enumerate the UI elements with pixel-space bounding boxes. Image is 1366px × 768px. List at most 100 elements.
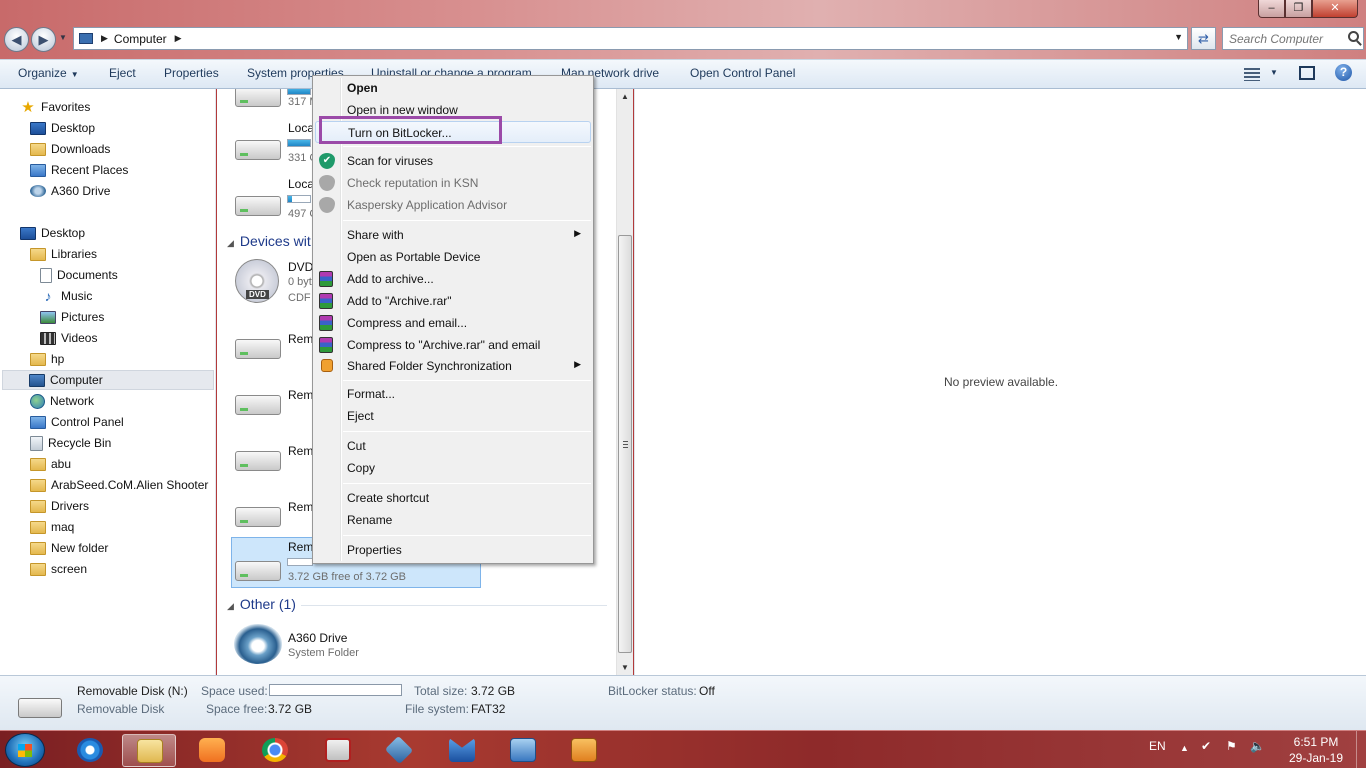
- show-hidden-icons-icon[interactable]: ▲: [1180, 743, 1189, 753]
- group-other-header[interactable]: ◢ Other (1): [227, 596, 296, 612]
- drive-name[interactable]: A360 Drive: [288, 631, 347, 645]
- menu-add-to-archive[interactable]: Add to archive...: [315, 268, 591, 290]
- maximize-button[interactable]: ❐: [1285, 0, 1312, 18]
- removable-disk-icon[interactable]: [235, 339, 281, 359]
- nav-recent-places[interactable]: Recent Places: [30, 160, 128, 180]
- nav-folder-maq[interactable]: maq: [30, 517, 74, 537]
- address-dropdown-icon[interactable]: ▼: [1174, 32, 1183, 42]
- scroll-up-icon[interactable]: ▲: [621, 92, 629, 101]
- action-center-flag-icon[interactable]: ⚑: [1226, 739, 1237, 753]
- show-desktop-button[interactable]: [1356, 731, 1366, 768]
- group-devices-header[interactable]: ◢ Devices wit: [227, 233, 311, 249]
- nav-libraries[interactable]: Libraries: [30, 244, 97, 264]
- drive-name[interactable]: Rem: [288, 444, 313, 458]
- language-indicator[interactable]: EN: [1149, 739, 1166, 753]
- dvd-drive-icon[interactable]: DVD: [235, 259, 279, 303]
- removable-disk-icon[interactable]: [235, 507, 281, 527]
- scroll-down-icon[interactable]: ▼: [621, 663, 629, 672]
- open-control-panel-button[interactable]: Open Control Panel: [690, 66, 795, 80]
- menu-copy[interactable]: Copy: [315, 457, 591, 479]
- taskbar-autocad[interactable]: [311, 734, 365, 767]
- menu-share-with[interactable]: Share with ▶: [315, 224, 591, 246]
- menu-properties[interactable]: Properties: [315, 539, 591, 561]
- nav-a360-drive[interactable]: A360 Drive: [30, 181, 110, 201]
- search-box[interactable]: [1222, 27, 1364, 50]
- hard-drive-icon[interactable]: [235, 140, 281, 160]
- drive-name[interactable]: Rem: [288, 332, 313, 346]
- menu-compress-to-rar-email[interactable]: Compress to "Archive.rar" and email: [315, 334, 591, 356]
- scroll-thumb[interactable]: [618, 235, 632, 653]
- taskbar-internet-explorer[interactable]: [63, 734, 117, 767]
- nav-favorites[interactable]: ★ Favorites: [20, 97, 90, 117]
- taskbar-chrome[interactable]: [248, 734, 302, 767]
- nav-documents[interactable]: Documents: [40, 265, 118, 285]
- menu-create-shortcut[interactable]: Create shortcut: [315, 487, 591, 509]
- search-icon[interactable]: [1348, 31, 1359, 42]
- start-button[interactable]: [5, 733, 45, 767]
- taskbar-explorer[interactable]: [122, 734, 176, 767]
- menu-compress-and-email[interactable]: Compress and email...: [315, 312, 591, 334]
- address-bar[interactable]: ▶ Computer ▶ ▼: [73, 27, 1188, 50]
- vertical-scrollbar[interactable]: ▲ ▼: [616, 89, 633, 675]
- breadcrumb-chevron-icon[interactable]: ▶: [175, 33, 182, 44]
- preview-pane-icon[interactable]: [1299, 66, 1315, 80]
- nav-music[interactable]: ♪ Music: [40, 286, 93, 306]
- removable-disk-icon[interactable]: [235, 451, 281, 471]
- nav-desktop[interactable]: Desktop: [20, 223, 85, 243]
- drive-name[interactable]: Loca: [288, 121, 314, 135]
- nav-folder-abu[interactable]: abu: [30, 454, 71, 474]
- change-view-icon[interactable]: [1244, 68, 1260, 81]
- recent-pages-dropdown[interactable]: ▼: [59, 33, 67, 42]
- menu-shared-folder-sync[interactable]: Shared Folder Synchronization ▶: [315, 355, 591, 377]
- nav-folder-drivers[interactable]: Drivers: [30, 496, 89, 516]
- taskbar-app-m[interactable]: [435, 734, 489, 767]
- drive-name[interactable]: Rem: [288, 500, 313, 514]
- close-button[interactable]: ✕: [1312, 0, 1358, 18]
- taskbar-app[interactable]: [372, 734, 426, 767]
- clock[interactable]: 6:51 PM 29-Jan-19: [1270, 734, 1362, 766]
- back-button[interactable]: ◀: [4, 27, 29, 52]
- nav-desktop-fav[interactable]: Desktop: [30, 118, 95, 138]
- nav-folder-screen[interactable]: screen: [30, 559, 87, 579]
- nav-downloads[interactable]: Downloads: [30, 139, 110, 159]
- view-dropdown-icon[interactable]: ▼: [1270, 68, 1278, 77]
- removable-disk-icon[interactable]: [235, 395, 281, 415]
- drive-name[interactable]: Rem: [288, 388, 313, 402]
- taskbar-media-player[interactable]: [557, 734, 611, 767]
- minimize-button[interactable]: –: [1258, 0, 1285, 18]
- nav-pictures[interactable]: Pictures: [40, 307, 104, 327]
- nav-folder-new-folder[interactable]: New folder: [30, 538, 108, 558]
- a360-drive-icon[interactable]: [234, 624, 282, 664]
- nav-videos[interactable]: Videos: [40, 328, 97, 348]
- hard-drive-icon[interactable]: [235, 196, 281, 216]
- breadcrumb-arrow-icon[interactable]: ▶: [101, 33, 108, 44]
- nav-hp[interactable]: hp: [30, 349, 64, 369]
- menu-open-portable-device[interactable]: Open as Portable Device: [315, 246, 591, 268]
- properties-button[interactable]: Properties: [164, 66, 219, 80]
- breadcrumb-computer[interactable]: Computer: [114, 32, 167, 46]
- taskbar-control-panel[interactable]: [496, 734, 550, 767]
- drive-name[interactable]: Loca: [288, 177, 314, 191]
- menu-cut[interactable]: Cut: [315, 435, 591, 457]
- eject-button[interactable]: Eject: [109, 66, 136, 80]
- nav-network[interactable]: Network: [30, 391, 94, 411]
- removable-disk-icon[interactable]: [235, 561, 281, 581]
- menu-scan-for-viruses[interactable]: ✔ Scan for viruses: [315, 150, 591, 172]
- menu-open[interactable]: Open: [315, 77, 591, 99]
- nav-folder-arabseed[interactable]: ArabSeed.CoM.Alien Shooter: [30, 475, 208, 495]
- menu-eject[interactable]: Eject: [315, 405, 591, 427]
- refresh-button[interactable]: ⇄: [1191, 27, 1216, 50]
- menu-format[interactable]: Format...: [315, 383, 591, 405]
- menu-check-reputation[interactable]: Check reputation in KSN: [315, 172, 591, 194]
- hard-drive-icon[interactable]: [235, 89, 281, 107]
- help-icon[interactable]: ?: [1335, 64, 1352, 81]
- drive-name[interactable]: Rem: [288, 540, 313, 554]
- forward-button[interactable]: ▶: [31, 27, 56, 52]
- search-input[interactable]: [1223, 28, 1341, 49]
- taskbar-uc-browser[interactable]: [185, 734, 239, 767]
- nav-computer[interactable]: Computer: [2, 370, 214, 390]
- nav-recycle-bin[interactable]: Recycle Bin: [30, 433, 111, 453]
- kaspersky-tray-icon[interactable]: ✔: [1201, 739, 1211, 753]
- organize-button[interactable]: Organize ▼: [18, 66, 79, 80]
- volume-muted-icon[interactable]: 🔈: [1250, 739, 1265, 753]
